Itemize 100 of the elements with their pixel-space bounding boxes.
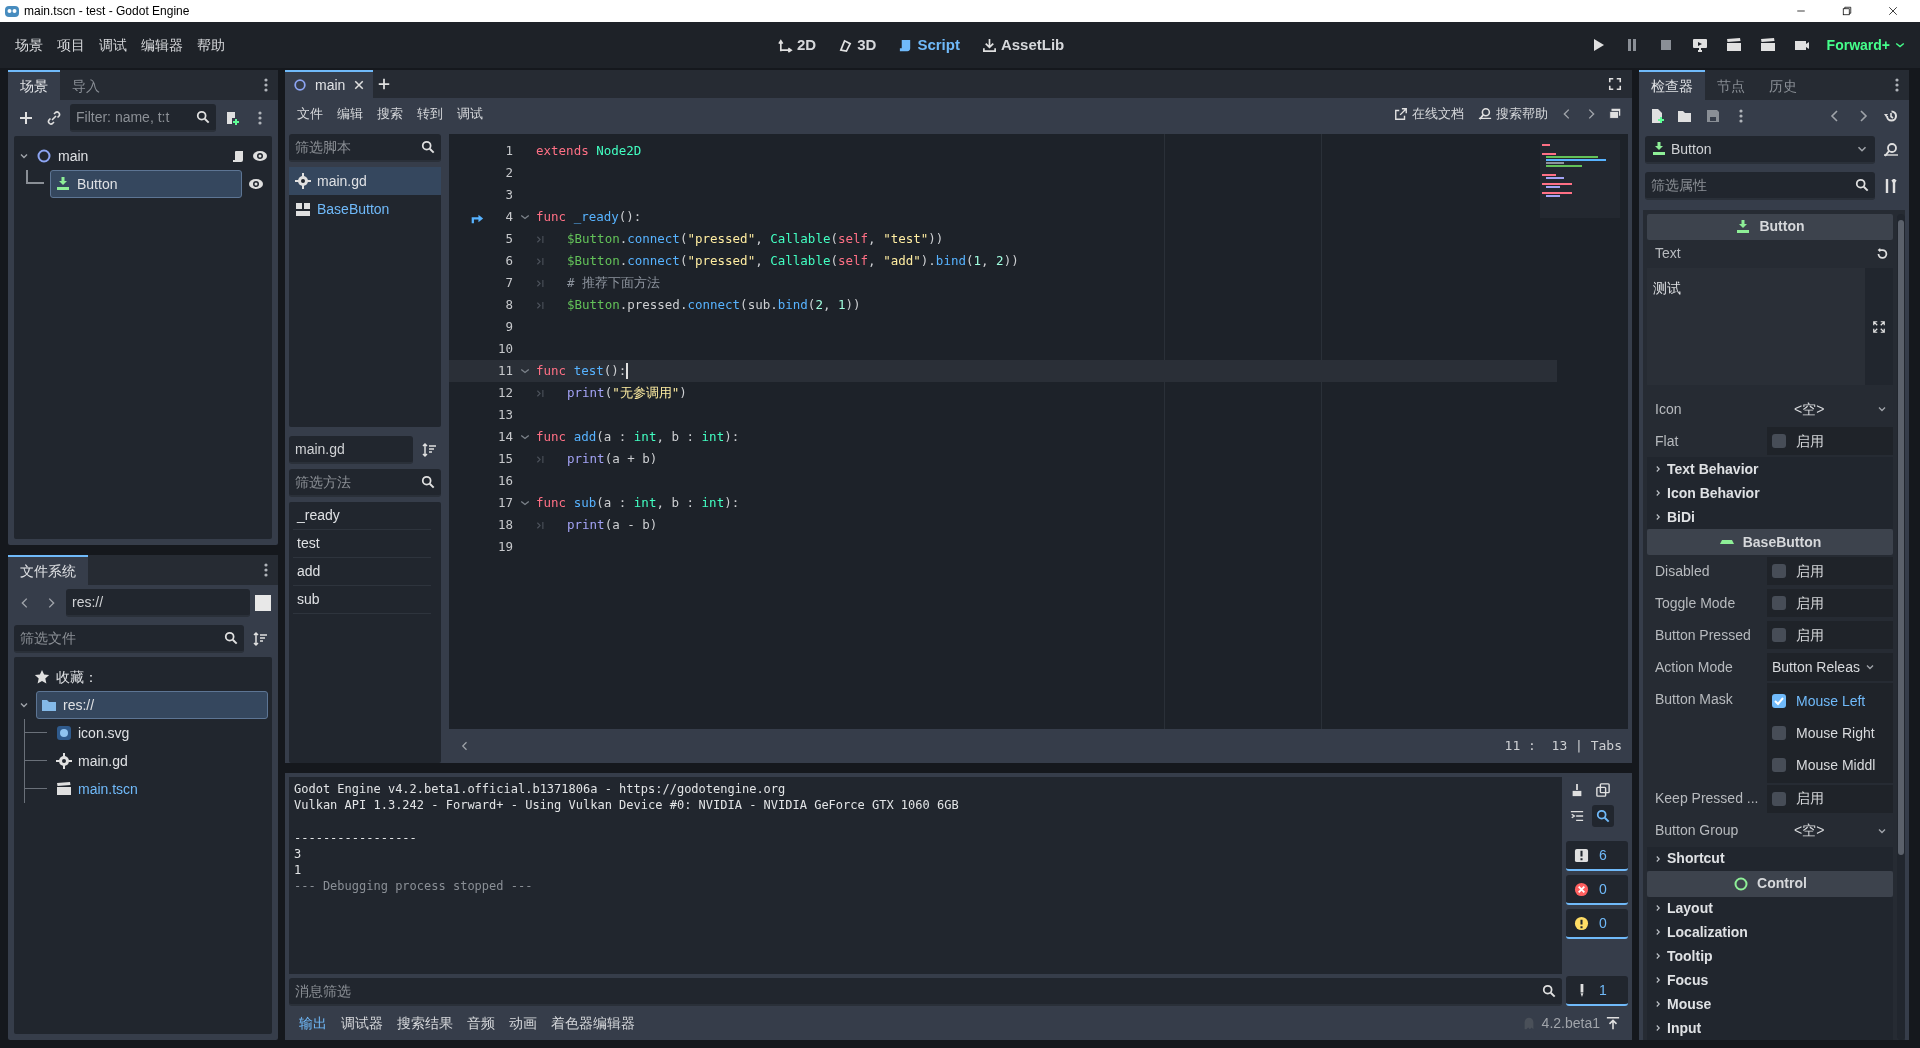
image-icon [56,725,72,741]
checkbox[interactable]: 启用 [1767,557,1893,586]
panel-tab[interactable]: 着色器编辑器 [545,1010,641,1036]
menu-item[interactable]: 场景 [8,30,50,60]
panel-tab[interactable]: 搜索结果 [391,1010,459,1036]
menu-item[interactable]: 调试 [451,101,489,127]
checkbox[interactable]: 启用 [1767,784,1893,813]
search-icon [1542,984,1556,998]
dock-tab[interactable]: 导入 [60,70,112,100]
group-header[interactable]: Tooltip [1647,944,1893,969]
menu-item[interactable]: 项目 [50,30,92,60]
panel-tab[interactable]: 输出 [293,1010,333,1036]
section-header[interactable]: Button [1647,214,1893,240]
file-tab[interactable]: main [285,70,374,98]
path-field[interactable]: res:// [66,589,250,617]
group-header[interactable]: Layout [1647,896,1893,921]
filter-toggle[interactable]: 0 [1566,875,1628,905]
menu-item[interactable]: 转到 [411,101,449,127]
code-line: extends Node2D [536,141,642,160]
scrollbar-thumb[interactable] [1898,220,1904,855]
eye-icon[interactable] [252,148,268,164]
group-header[interactable]: BiDi [1647,505,1893,530]
code-line: print(a - b) [567,515,658,534]
method-item[interactable]: test [293,530,431,558]
object-dropdown[interactable]: Button [1645,136,1875,164]
panel-tab[interactable]: 动画 [503,1010,543,1036]
panel-tab[interactable]: 调试器 [335,1010,389,1036]
script-item[interactable]: main.gd [289,167,441,195]
file-row[interactable]: icon.svg [56,719,130,747]
method-item[interactable]: _ready [293,502,431,530]
dock-tab[interactable]: 检查器 [1639,70,1705,100]
checkbox[interactable]: 启用 [1767,621,1893,650]
property-label: Disabled [1654,561,1711,581]
method-item[interactable]: add [293,558,431,586]
text-input[interactable]: 筛选文件 [20,625,220,651]
workspace-tab[interactable]: Script [890,29,968,61]
menu-item[interactable]: 搜索 [371,101,409,127]
menu-item[interactable]: 帮助 [190,30,232,60]
checkbox[interactable]: 启用 [1767,589,1893,618]
cursor-position: 11 : 13 | Tabs [1504,737,1622,756]
revert-icon[interactable] [1875,246,1889,261]
toolbar-link[interactable]: 搜索帮助 [1472,101,1554,127]
close-icon[interactable] [353,79,366,91]
line-number: 9 [504,317,513,336]
option-dropdown[interactable]: Button Releas [1767,653,1893,682]
dock-tab[interactable]: 场景 [8,70,60,100]
line-number: 10 [496,339,513,358]
group-header[interactable]: Mouse [1647,992,1893,1017]
section-header[interactable]: Control [1647,870,1893,897]
workspace-tab[interactable]: 3D [830,29,885,61]
group-header[interactable]: Localization [1647,920,1893,945]
checkbox[interactable]: 启用 [1767,427,1893,456]
group-header[interactable]: Icon Behavior [1647,481,1893,506]
menu-item[interactable]: 编辑 [331,101,369,127]
toggle-icon[interactable] [254,594,272,612]
resource-picker[interactable]: <空> [1767,816,1893,845]
group-header[interactable]: Focus [1647,968,1893,993]
text-input[interactable]: 筛选脚本 [295,134,417,160]
resource-picker[interactable]: <空> [1767,395,1893,424]
script-item[interactable]: BaseButton [289,195,441,223]
toolbar-link[interactable]: 在线文档 [1388,101,1470,127]
menu-item[interactable]: 调试 [92,30,134,60]
expand-icon[interactable] [1872,319,1886,334]
workspace-tab[interactable]: 2D [770,29,825,61]
menu-item[interactable]: 文件 [291,101,329,127]
section-header[interactable]: BaseButton [1647,529,1893,556]
filter-toggle[interactable]: 6 [1566,841,1628,871]
file-row[interactable]: main.tscn [56,775,138,803]
group-header[interactable]: Input [1647,1016,1893,1040]
filter-toggle[interactable]: 1 [1566,976,1628,1006]
filter-field[interactable]: 筛选脚本 [289,134,441,162]
tree-row[interactable]: main [18,142,268,170]
filter-toggle[interactable]: 0 [1566,909,1628,939]
group-header[interactable]: Shortcut [1647,846,1893,871]
dock-tab[interactable]: 历史 [1757,70,1809,100]
eye-icon[interactable] [248,176,264,192]
file-row[interactable]: res:// [36,691,268,719]
filter-field[interactable]: Filter: name, t:t [70,104,216,132]
object-label: Button [1671,139,1712,159]
menu-item[interactable]: 编辑器 [134,30,190,60]
text-area[interactable]: 测试 [1647,267,1865,386]
workspace-tab[interactable]: AssetLib [973,29,1073,61]
renderer-dropdown[interactable]: Forward+ [1820,33,1912,57]
app-icon [4,3,20,19]
method-item[interactable]: sub [293,586,431,614]
dock-tab[interactable]: 节点 [1705,70,1757,100]
filter-field[interactable]: 筛选属性 [1645,172,1875,200]
filter-field[interactable]: 筛选文件 [14,625,244,653]
dock-tab[interactable]: 文件系统 [8,555,88,585]
group-header[interactable]: Text Behavior [1647,457,1893,482]
filter-field[interactable]: 筛选方法 [289,469,441,497]
line-number: 4 [504,207,513,226]
text-input[interactable]: 筛选方法 [295,469,417,495]
panel-tab[interactable]: 音频 [461,1010,501,1036]
text-input[interactable]: Filter: name, t:t [76,104,192,130]
add-icon [18,110,34,126]
text-input[interactable]: 筛选属性 [1651,172,1851,198]
search-button[interactable] [1592,805,1614,827]
tree-row[interactable]: Button [50,170,242,198]
file-row[interactable]: main.gd [56,747,128,775]
